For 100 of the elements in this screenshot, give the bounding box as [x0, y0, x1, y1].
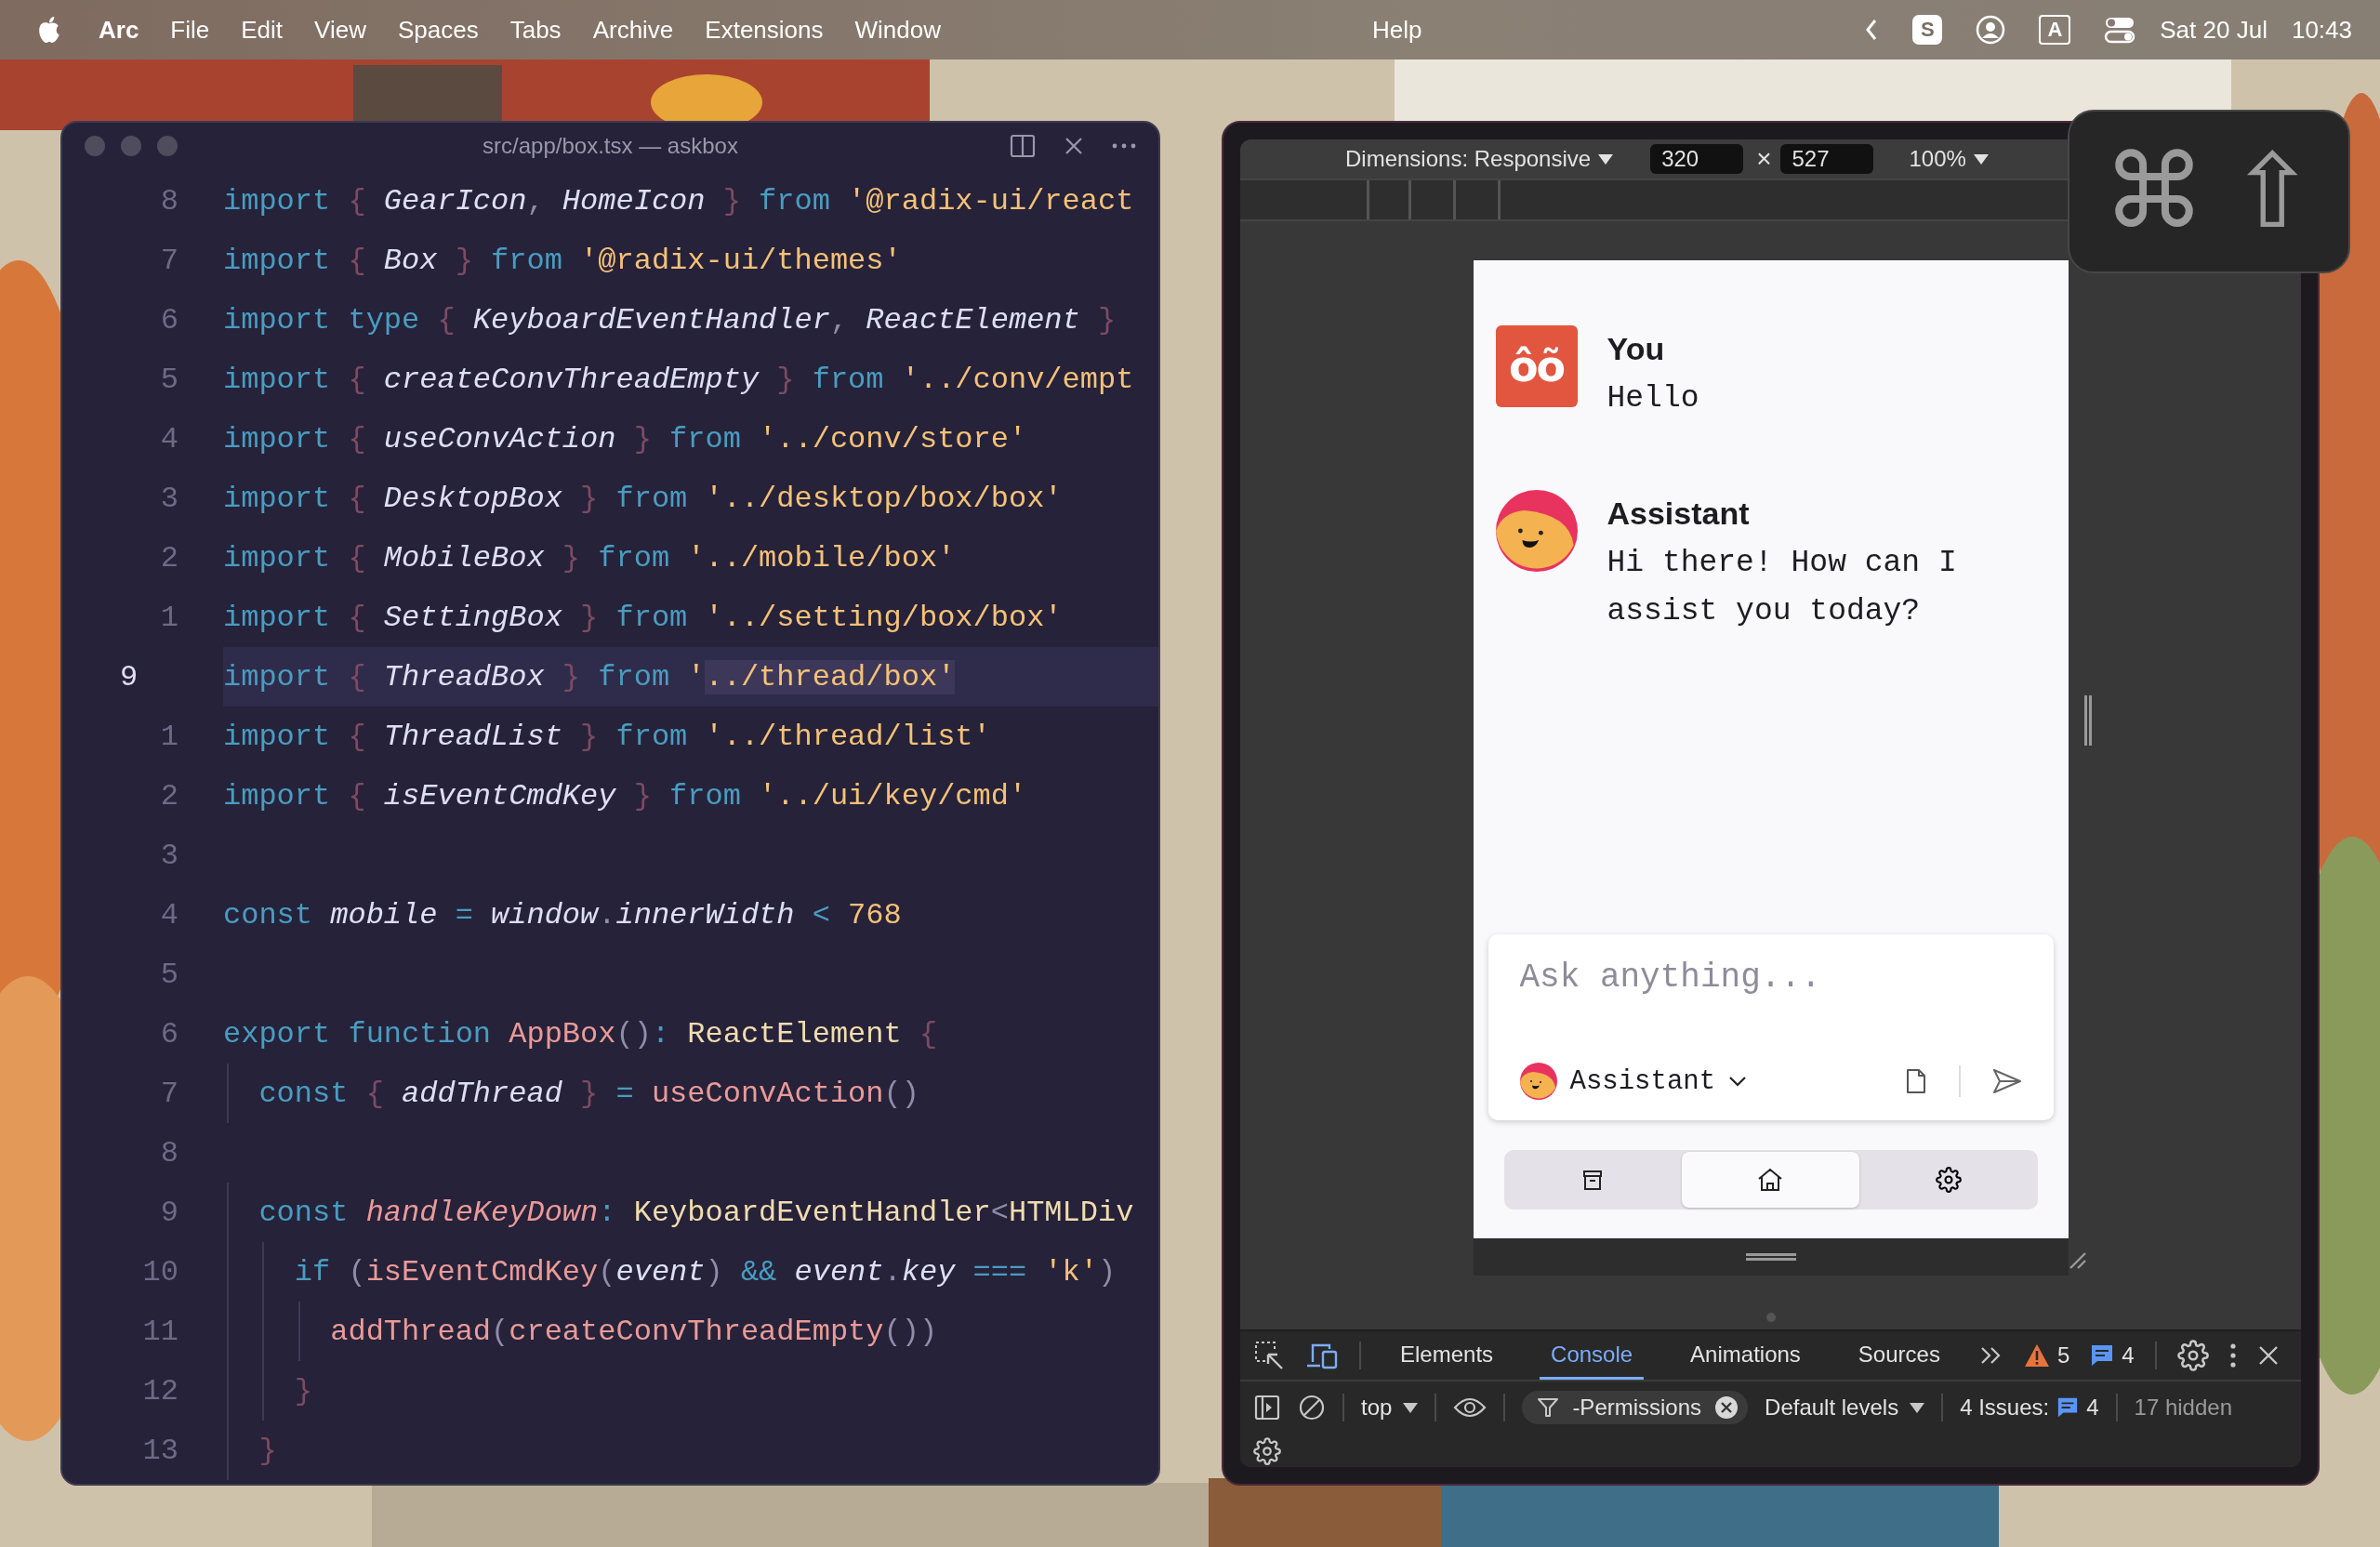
- time-text[interactable]: 10:43: [2291, 15, 2352, 45]
- code-line: }: [258, 1433, 277, 1468]
- code-line: import { SettingBox } from '../setting/box/box': [223, 600, 1063, 635]
- dimensions-dropdown[interactable]: Dimensions: Responsive: [1345, 146, 1614, 172]
- line-number: 8: [159, 183, 179, 218]
- code-line: if (isEventCmdKey(event) && event.key === 'k'): [293, 1254, 1117, 1289]
- date-text[interactable]: Sat 20 Jul: [2160, 15, 2268, 45]
- warning-icon[interactable]: [2023, 1343, 2050, 1368]
- code-line: import { useConvAction } from '../conv/store': [223, 421, 1027, 456]
- menu-item[interactable]: Help: [1372, 15, 1422, 45]
- menu-item[interactable]: File: [170, 15, 210, 45]
- splitter-handle[interactable]: [1765, 1313, 1776, 1322]
- caret-icon: [1403, 1402, 1419, 1413]
- user-icon[interactable]: [1976, 15, 2006, 45]
- message-count[interactable]: 4: [2122, 1342, 2135, 1368]
- inspect-icon[interactable]: [1253, 1340, 1285, 1371]
- devtools-tab[interactable]: Sources: [1846, 1331, 1951, 1380]
- code-line: export function AppBox(): ReactElement {: [223, 1016, 938, 1051]
- code-line: import { ThreadBox } from '../thread/box': [223, 659, 956, 694]
- status-badge[interactable]: S: [1912, 15, 1943, 45]
- app-menu[interactable]: Arc: [99, 15, 139, 45]
- close-icon[interactable]: [2256, 1344, 2280, 1367]
- levels-dropdown[interactable]: Default levels: [1765, 1395, 1925, 1421]
- caret-icon: [1973, 153, 1989, 165]
- code-line: import { DesktopBox } from '../desktop/box/box': [223, 481, 1063, 516]
- input-source[interactable]: A: [2039, 15, 2071, 45]
- code-line: import { MobileBox } from '../mobile/box': [223, 540, 956, 575]
- warning-count[interactable]: 5: [2056, 1342, 2070, 1368]
- line-number: 1: [159, 719, 179, 754]
- menu-item[interactable]: Tabs: [509, 15, 562, 45]
- line-number: 11: [141, 1314, 179, 1349]
- zoom-dropdown[interactable]: 100%: [1909, 146, 1989, 172]
- menu-item[interactable]: Extensions: [705, 15, 824, 45]
- line-number: 2: [159, 778, 179, 813]
- assistant-selector[interactable]: Assistant: [1519, 1063, 1748, 1100]
- clear-icon[interactable]: [1298, 1394, 1326, 1421]
- chevron-down-icon: [1728, 1076, 1748, 1087]
- settings-icon[interactable]: [1253, 1437, 1281, 1465]
- menu-item[interactable]: Archive: [592, 15, 674, 45]
- code-line: const mobile = window.innerWidth < 768: [223, 897, 902, 932]
- toggle-icon[interactable]: [2104, 16, 2136, 44]
- message-text: Hello: [1606, 380, 1699, 417]
- message-icon[interactable]: [2090, 1343, 2115, 1368]
- hidden-count: 17 hidden: [2134, 1395, 2232, 1421]
- width-field[interactable]: 320: [1650, 144, 1744, 174]
- devtools-tab[interactable]: Console: [1540, 1331, 1645, 1380]
- line-number: 5: [159, 957, 179, 992]
- message-icon[interactable]: [2056, 1396, 2080, 1419]
- code-line: const handleKeyDown: KeyboardEventHandler<HTMLDiv: [258, 1195, 1134, 1230]
- file-icon[interactable]: [1904, 1067, 1927, 1095]
- times-sign: ×: [1756, 144, 1772, 174]
- eye-icon[interactable]: [1453, 1396, 1488, 1419]
- message-text: Hi there! How can I assist you today?: [1606, 545, 1958, 630]
- code-line: import { ThreadList } from '../thread/list': [223, 719, 991, 754]
- kebab-menu-icon[interactable]: [2228, 1342, 2237, 1368]
- line-number: 9: [119, 659, 139, 694]
- line-number: 5: [159, 362, 179, 397]
- code-line: import { Box } from '@radix-ui/themes': [223, 243, 902, 278]
- code-line: import type { KeyboardEventHandler, ReactElement }: [223, 302, 1117, 337]
- height-field[interactable]: 527: [1780, 144, 1874, 174]
- line-number: 2: [159, 540, 179, 575]
- user-avatar: ôõ: [1495, 325, 1578, 407]
- issues-label[interactable]: 4 Issues:: [1960, 1395, 2050, 1421]
- caret-icon: [1910, 1402, 1925, 1413]
- line-number: 7: [159, 243, 179, 278]
- settings-icon[interactable]: [2176, 1340, 2209, 1371]
- line-number: 6: [159, 302, 179, 337]
- issues-count[interactable]: 4: [2086, 1395, 2099, 1421]
- line-number: 3: [159, 838, 179, 873]
- caret-icon: [1598, 153, 1614, 165]
- split-icon[interactable]: [1010, 134, 1036, 158]
- apple-icon[interactable]: [37, 16, 61, 44]
- resize-handle[interactable]: [1745, 1253, 1796, 1261]
- key-glyph: ⇧: [2228, 140, 2316, 243]
- send-icon[interactable]: [1991, 1068, 2022, 1094]
- message-author: Assistant: [1606, 496, 1751, 532]
- filter-field[interactable]: -Permissions: [1522, 1391, 1749, 1424]
- menu-item[interactable]: Edit: [241, 15, 284, 45]
- line-number: 6: [159, 1016, 179, 1051]
- home-icon: [1757, 1168, 1784, 1192]
- clear-filter-icon[interactable]: [1714, 1395, 1739, 1420]
- code-line: import { createConvThreadEmpty } from '../conv/empt: [223, 362, 1134, 397]
- code-line: const { addThread } = useConvAction(): [258, 1076, 919, 1111]
- close-icon[interactable]: [1064, 136, 1084, 156]
- line-number: 3: [159, 481, 179, 516]
- context-dropdown[interactable]: top: [1361, 1395, 1419, 1421]
- menu-item[interactable]: Spaces: [397, 15, 479, 45]
- line-number: 7: [159, 1076, 179, 1111]
- sidebar-icon[interactable]: [1253, 1394, 1281, 1421]
- devtools-tab[interactable]: Elements: [1389, 1331, 1505, 1380]
- resize-handle[interactable]: [2084, 695, 2092, 746]
- settings-icon: [1935, 1167, 1962, 1193]
- more-icon[interactable]: [1112, 143, 1136, 149]
- line-number: 4: [159, 897, 179, 932]
- menu-item[interactable]: Window: [854, 15, 941, 45]
- menu-item[interactable]: View: [314, 15, 366, 45]
- device-icon[interactable]: [1305, 1342, 1339, 1369]
- devtools-tab[interactable]: Animations: [1679, 1331, 1812, 1380]
- code-line: import { isEventCmdKey } from '../ui/key/cmd': [223, 778, 1027, 813]
- code-line: import { GearIcon, HomeIcon } from '@radix-ui/react: [223, 183, 1134, 218]
